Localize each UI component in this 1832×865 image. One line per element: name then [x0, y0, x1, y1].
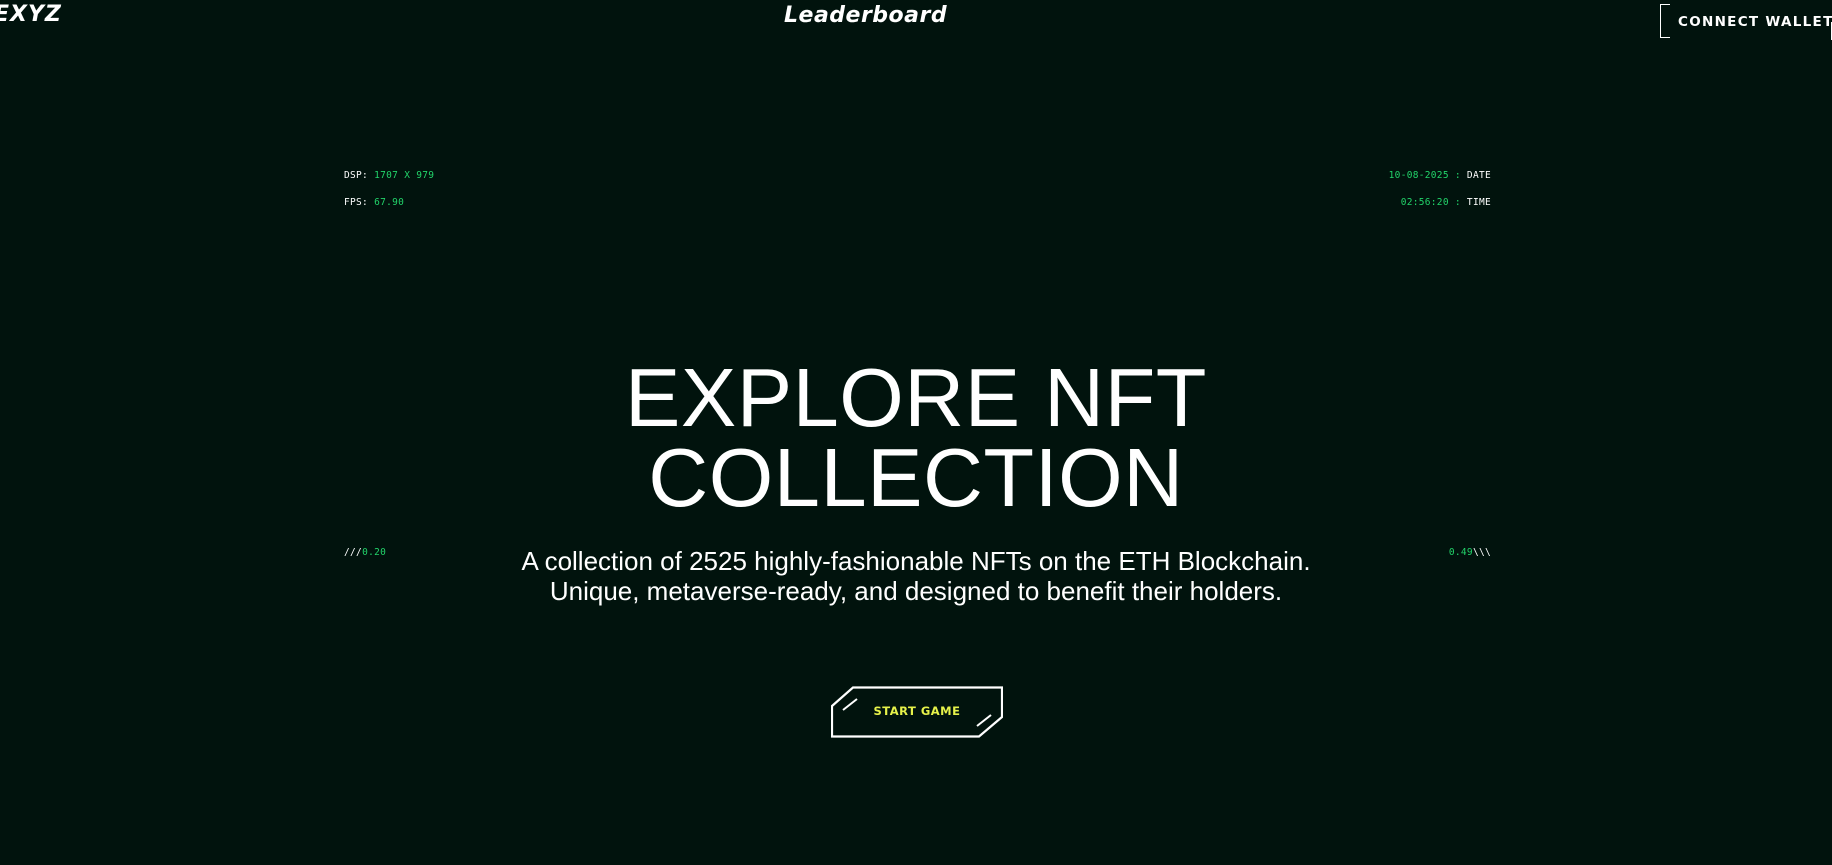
- hud-dsp-label: DSP:: [344, 170, 369, 181]
- hud-left-readout: ///0.20: [344, 547, 386, 558]
- site-logo[interactable]: EXYZ: [0, 2, 62, 27]
- hud-right-slashes: \\\: [1472, 547, 1491, 558]
- hero-title-line-2: COLLECTION: [648, 431, 1184, 524]
- hud-right-readout: 0.49\\\: [1449, 547, 1491, 558]
- hud-date-label: DATE: [1466, 170, 1491, 181]
- connect-wallet-label: CONNECT WALLET: [1678, 14, 1832, 30]
- connect-wallet-button[interactable]: CONNECT WALLET: [1660, 4, 1832, 40]
- hud-right-value: 0.49: [1448, 547, 1473, 558]
- hud-date: 10-08-2025 : DATE: [1389, 170, 1491, 181]
- hud-dsp: DSP: 1707 X 979: [344, 170, 434, 181]
- hud-fps-value: 67.90: [374, 197, 405, 208]
- hud-date-value: 10-08-2025 :: [1388, 170, 1461, 181]
- hud-left-value: 0.20: [362, 547, 387, 558]
- hud-time-value: 02:56:20 :: [1400, 197, 1461, 208]
- start-game-button[interactable]: START GAME: [831, 686, 1003, 738]
- start-game-label: START GAME: [873, 704, 961, 718]
- hud-time-label: TIME: [1466, 197, 1491, 208]
- hud-fps-label: FPS:: [344, 197, 369, 208]
- hud-fps: FPS: 67.90: [344, 197, 404, 208]
- hero-subtitle: A collection of 2525 highly-fashionable …: [521, 546, 1311, 606]
- hud-dsp-value: 1707 X 979: [374, 170, 435, 181]
- button-bracket-left: [1660, 4, 1670, 38]
- hud-left-slashes: ///: [344, 547, 363, 558]
- nav-leaderboard-link[interactable]: Leaderboard: [784, 3, 947, 28]
- page: EXYZ Leaderboard CONNECT WALLET DSP: 170…: [0, 0, 1832, 865]
- hero-title: EXPLORE NFT COLLECTION: [0, 356, 1832, 519]
- hud-time: 02:56:20 : TIME: [1401, 197, 1491, 208]
- button-bracket-right: [1827, 22, 1832, 40]
